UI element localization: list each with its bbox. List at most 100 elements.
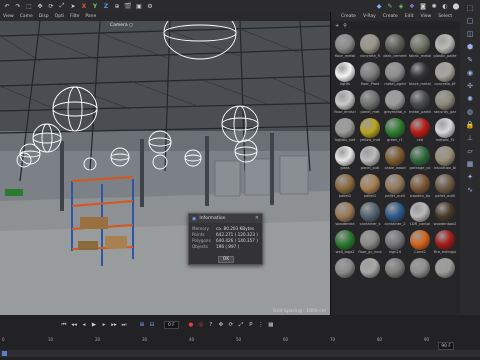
key-mode-icon[interactable]: ⊞ xyxy=(138,321,146,329)
autokey-icon[interactable]: ⊟ xyxy=(148,321,156,329)
point-key-icon[interactable]: ⋮ xyxy=(257,321,265,329)
menu-view[interactable]: View xyxy=(3,14,14,19)
material-swatch[interactable]: concrete_tif xyxy=(433,61,457,89)
material-swatch[interactable]: woodentra xyxy=(333,201,357,229)
camera-icon[interactable]: ◙ xyxy=(419,2,427,10)
material-swatch[interactable]: pallet_outli xyxy=(433,173,457,201)
record-icon[interactable]: ● xyxy=(187,321,195,329)
menu-display[interactable]: Disp xyxy=(39,14,49,19)
material-swatch[interactable]: dark_cement xyxy=(383,33,407,61)
menu-create[interactable]: Create xyxy=(341,14,356,19)
material-swatch[interactable]: security_gar xyxy=(433,89,457,117)
param-key-icon[interactable]: P xyxy=(247,321,255,329)
material-swatch[interactable]: black_metal xyxy=(408,61,432,89)
move-key-icon[interactable]: ✥ xyxy=(217,321,225,329)
rotate-icon[interactable]: ⟳ xyxy=(47,2,55,10)
menu-panel[interactable]: Pane xyxy=(85,14,96,19)
tweak-icon[interactable]: ✺ xyxy=(465,94,475,104)
frame-ruler[interactable]: 0 10 20 30 40 50 60 70 80 90 xyxy=(0,337,480,349)
undo-icon[interactable]: ↶ xyxy=(3,2,11,10)
menu-edit[interactable]: Edit xyxy=(405,14,414,19)
material-swatch[interactable]: woodenbox2 xyxy=(433,201,457,229)
menu-create-2[interactable]: Create xyxy=(383,14,398,19)
ok-button[interactable]: OK xyxy=(218,256,234,263)
next-frame-icon[interactable]: ▸ xyxy=(100,321,108,329)
axis-x-button[interactable]: X xyxy=(80,3,88,10)
workplane-icon[interactable]: ▱ xyxy=(465,146,475,156)
material-swatch[interactable]: pallet2 xyxy=(333,173,357,201)
material-swatch[interactable]: container_2 xyxy=(383,201,407,229)
axis-z-button[interactable]: Z xyxy=(102,3,110,10)
material-swatch[interactable]: fabric_metal xyxy=(408,33,432,61)
render-icon[interactable]: 🎬 xyxy=(124,2,132,10)
rotate-key-icon[interactable]: ⟳ xyxy=(227,321,235,329)
deformer-icon[interactable]: ❖ xyxy=(408,2,416,10)
sky-icon[interactable]: ◐ xyxy=(441,2,449,10)
scale-key-icon[interactable]: ⤢ xyxy=(237,321,245,329)
move-icon[interactable]: ✥ xyxy=(36,2,44,10)
material-swatch[interactable]: garbage_co xyxy=(408,145,432,173)
material-swatch[interactable]: floor_gr_inno xyxy=(358,229,382,257)
material-swatch[interactable]: pallet_outli xyxy=(383,173,407,201)
axis-y-button[interactable]: Y xyxy=(91,3,99,10)
next-key-icon[interactable]: ▸▸ xyxy=(110,321,118,329)
coord-icon[interactable]: ⊕ xyxy=(113,2,121,10)
menu-select[interactable]: Select xyxy=(438,14,452,19)
selection-icon[interactable]: ⬚ xyxy=(465,3,475,13)
material-swatch[interactable]: floor_Plast xyxy=(358,61,382,89)
light-bulb-icon[interactable]: ✦ xyxy=(465,172,475,182)
close-icon[interactable]: × xyxy=(255,215,259,221)
filter-icon[interactable]: ⚲ xyxy=(343,23,347,29)
menu-view[interactable]: View xyxy=(421,14,432,19)
add-material-icon[interactable]: + xyxy=(335,23,339,29)
material-swatch[interactable]: Cone2 xyxy=(408,229,432,257)
material-swatch[interactable]: Fire_extingui xyxy=(433,229,457,257)
prev-key-icon[interactable]: ◂◂ xyxy=(70,321,78,329)
material-swatch[interactable]: panel_met xyxy=(358,89,382,117)
material-swatch[interactable]: metal_partit xyxy=(408,89,432,117)
material-swatch[interactable]: glass xyxy=(333,145,357,173)
material-swatch[interactable]: floor_emlsci xyxy=(333,89,357,117)
material-swatch[interactable]: plastic_patte xyxy=(433,33,457,61)
material-swatch[interactable]: cable_wood xyxy=(383,145,407,173)
texture-icon[interactable]: ◍ xyxy=(465,107,475,117)
go-to-end-icon[interactable]: ⏭ xyxy=(120,321,128,329)
material-swatch[interactable]: panel_outl xyxy=(358,145,382,173)
material-swatch[interactable]: insulation_bl xyxy=(433,145,457,173)
uv-icon[interactable]: ◫ xyxy=(465,29,475,39)
material-swatch[interactable]: yellow_mat xyxy=(358,117,382,145)
render-settings-icon[interactable]: ⚙ xyxy=(146,2,154,10)
pointer-icon[interactable]: ➤ xyxy=(69,2,77,10)
render-view-icon[interactable]: ▣ xyxy=(135,2,143,10)
material-swatch[interactable] xyxy=(333,257,357,285)
snap-icon[interactable]: ✣ xyxy=(465,81,475,91)
menu-options[interactable]: Opti xyxy=(55,14,64,19)
material-swatch[interactable]: pallet1 xyxy=(358,173,382,201)
menu-cameras[interactable]: Came xyxy=(20,14,33,19)
go-to-start-icon[interactable]: ⏮ xyxy=(60,321,68,329)
play-icon[interactable]: ▶ xyxy=(90,321,98,329)
paint-icon[interactable]: ✎ xyxy=(465,55,475,65)
material-swatch[interactable] xyxy=(433,257,457,285)
current-frame-field[interactable]: 0 F xyxy=(164,321,179,329)
redo-icon[interactable]: ↷ xyxy=(14,2,22,10)
playhead[interactable] xyxy=(2,351,7,356)
pen-icon[interactable]: ✎ xyxy=(386,2,394,10)
material-swatch[interactable]: sign24 xyxy=(383,229,407,257)
material-swatch[interactable]: metalic_f1 xyxy=(433,117,457,145)
sculpt-icon[interactable]: ◉ xyxy=(465,68,475,78)
spline-icon[interactable]: ∿ xyxy=(465,185,475,195)
material-swatch[interactable]: container_s xyxy=(358,201,382,229)
material-swatch[interactable]: LDR_contai xyxy=(408,201,432,229)
material-swatch[interactable]: logistic_swt xyxy=(333,117,357,145)
end-frame-field[interactable]: 90 F xyxy=(438,342,454,350)
select-icon[interactable]: ⬚ xyxy=(25,2,33,10)
menu-vray[interactable]: V-Ray xyxy=(363,14,376,19)
tag-icon[interactable]: ⬤ xyxy=(452,2,460,10)
grid-icon[interactable]: ▦ xyxy=(465,159,475,169)
material-swatch[interactable] xyxy=(383,257,407,285)
subdivide-icon[interactable]: ◈ xyxy=(397,2,405,10)
material-swatch[interactable] xyxy=(358,257,382,285)
material-swatch[interactable]: lights xyxy=(333,61,357,89)
keyframe-icon[interactable]: ? xyxy=(207,321,215,329)
